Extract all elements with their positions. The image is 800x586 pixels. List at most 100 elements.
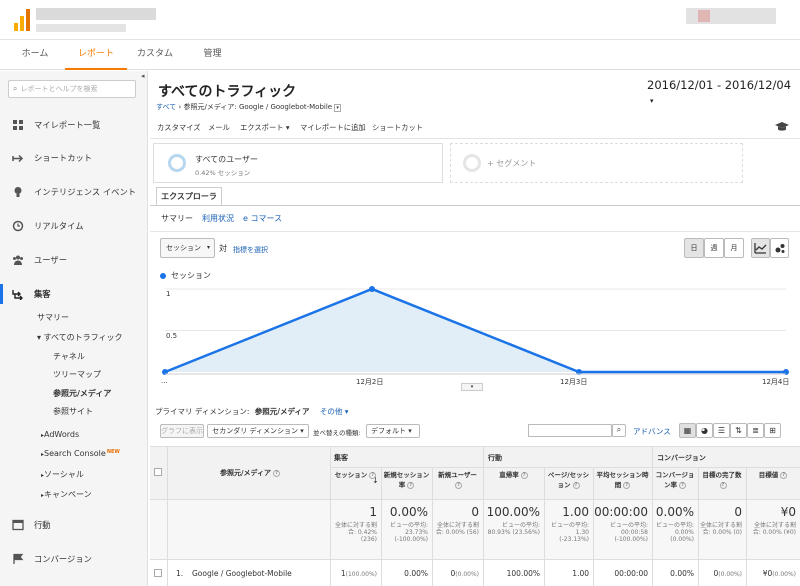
sort-type-select[interactable]: デフォルト ▾ [366,424,420,438]
primary-dimension-label: プライマリ ディメンション: [155,407,250,416]
help-icon: ? [455,481,462,489]
other-dimension-link[interactable]: その他 ▾ [320,407,349,416]
row-value: 00:00:00 [593,569,648,578]
row-value: 0.00% [381,569,428,578]
row-value-pct: (0.00%) [718,571,742,578]
total-value: 0.00% [655,505,694,519]
total-value: 1 [369,505,377,519]
col-header-label: 新規ユーザー [438,471,477,479]
total-subtext: 全体に対する割合: 0.42% (236) [334,522,377,543]
total-subtext: ビューの平均: 23.73% (-100.00%) [389,522,428,543]
total-subtext: ビューの平均: 80.93% (23.56%) [487,522,540,536]
help-icon: ? [520,471,528,479]
dim-header-label: 参照元/メディア [219,469,272,477]
row-value-text: 1.00 [572,569,589,578]
total-value: 0 [734,505,742,519]
col-header[interactable]: 新規ユーザー? [434,470,481,490]
advanced-filter-link[interactable]: アドバンス [633,426,671,437]
row-value-text: 0.00% [670,569,694,578]
col-header[interactable]: 目標値? [748,470,798,480]
help-icon: ? [572,481,580,489]
row-value: 0(0.00%) [698,569,742,578]
col-header[interactable]: コンバージョン率? [654,470,696,490]
row-checkbox[interactable] [154,569,162,577]
total-value: 1.00 [562,505,589,519]
row-value-text: 00:00:00 [614,569,648,578]
row-divider [330,467,800,468]
row-source-medium-link[interactable]: Google / Googlebot-Mobile [192,569,292,578]
sort-type-label: 並べ替えの種類: [313,429,361,437]
x-tick-label: ... [161,377,168,385]
col-header[interactable]: ページ/セッション? [546,470,591,490]
row-value: 0(0.00%) [432,569,479,578]
row-index: 1. [176,569,184,578]
table-view-comparison-icon[interactable]: ⇅ [730,423,747,438]
data-table: 参照元/メディア? 集客 行動 コンバージョン セッション? 新規セッション率? 新… [150,446,800,586]
row-value: 1(100.00%) [330,569,377,578]
x-tick-label: 12月4日 [762,378,790,386]
col-header-label: 目標の完了数 [702,471,742,479]
table-view-performance-icon[interactable]: ☰ [713,423,730,438]
row-value-text: 0.00% [404,569,428,578]
row-value: ¥0(0.00%) [746,569,796,578]
row-value-pct: (0.00%) [772,571,796,578]
group-header-behavior: 行動 [488,454,502,462]
row-divider [150,559,800,560]
help-icon: ? [407,481,415,489]
table-search-button[interactable]: ⌕ [612,424,626,437]
table-view-term-cloud-icon[interactable]: ≣ [747,423,764,438]
select-all-checkbox[interactable] [154,468,162,476]
data-point[interactable] [369,286,375,292]
dim-header[interactable]: 参照元/メディア? [170,468,330,478]
total-subtext: ビューの平均: 0.00% (0.00%) [655,522,694,543]
table-view-data-icon[interactable]: ▦ [679,423,696,438]
x-tick-label: 12月2日 [356,378,384,386]
total-subtext: 全体に対する割合: 0.00% (0) [700,522,743,536]
col-header[interactable]: 直帰率? [485,470,542,480]
secondary-dimension-select[interactable]: セカンダリ ディメンション ▾ [207,424,309,438]
col-divider [167,447,168,586]
search-icon: ⌕ [616,425,622,434]
help-icon: ? [719,481,727,489]
row-value-text: ¥0 [762,569,773,578]
total-subtext: 全体に対する割合: 0.00% (56) [435,522,479,536]
x-tick-label: 12月3日 [560,378,588,386]
primary-dimension-value: 参照元/メディア [254,407,310,416]
primary-dimension-row: プライマリ ディメンション: 参照元/メディア その他 ▾ [155,406,349,417]
total-value: 00:00:00 [594,505,648,519]
row-value-pct: (100.00%) [345,571,377,578]
help-icon: ? [273,469,281,477]
col-header[interactable]: 新規セッション率? [383,470,430,490]
sort-desc-icon[interactable]: ↓ [372,476,379,485]
total-value: 0 [471,505,479,519]
row-divider [150,499,800,500]
col-header-label: 直帰率 [499,471,519,479]
help-icon: ? [623,481,631,489]
table-view-pie-icon[interactable]: ◕ [696,423,713,438]
table-view-buttons: ▦ ◕ ☰ ⇅ ≣ ⊞ [679,423,781,438]
total-value: 100.00% [486,505,540,519]
total-subtext: 全体に対する割合: 0.00% (¥0) [752,522,796,536]
col-header-label: 目標値 [758,471,779,479]
col-header-label: セッション [334,471,368,479]
col-header-label: コンバージョン率 [655,471,695,489]
row-value-text: 100.00% [506,569,540,578]
row-value: 0.00% [652,569,694,578]
total-subtext: ビューの平均: 1.30 (-23.13%) [550,522,589,543]
group-header-conversions: コンバージョン [657,454,706,462]
group-header-acquisition: 集客 [334,454,348,462]
chart-resize-handle-icon[interactable]: ▾ [461,383,483,391]
row-value: 100.00% [483,569,540,578]
col-header-label: ページ/セッション [547,471,590,489]
col-header[interactable]: 目標の完了数? [700,470,744,490]
row-value: 1.00 [544,569,589,578]
help-icon: ? [780,471,788,479]
col-header[interactable]: 平均セッション時間? [595,470,650,490]
row-value-pct: (0.00%) [455,571,479,578]
plot-rows-button[interactable]: グラフに表示 [160,424,204,438]
table-search-input[interactable] [528,424,612,437]
total-subtext: ビューの平均: 00:00:58 (-100.00%) [609,522,648,543]
total-value: ¥0 [780,505,796,519]
table-view-pivot-icon[interactable]: ⊞ [764,423,781,438]
help-icon: ? [679,481,686,489]
